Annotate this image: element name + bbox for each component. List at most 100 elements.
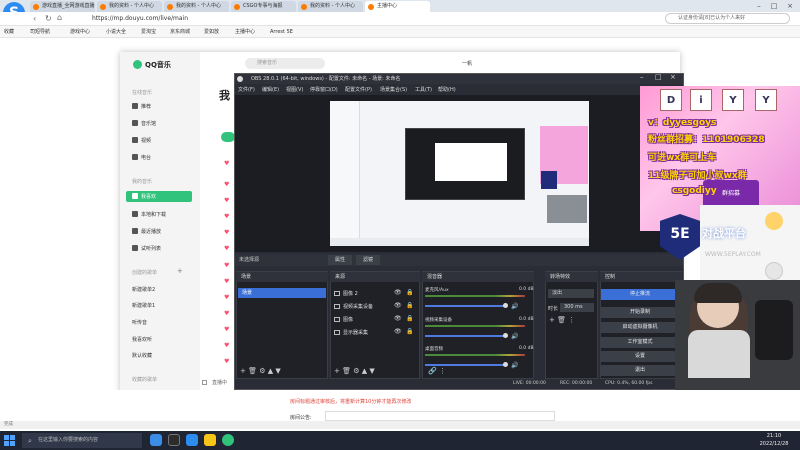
qq-play-all-button[interactable]	[221, 132, 235, 142]
speaker-icon[interactable]: 🔊	[511, 362, 518, 369]
studio-mode-button[interactable]: 工作室模式	[601, 337, 679, 348]
qq-playlist-item[interactable]: 新建歌单2	[132, 286, 155, 293]
trash-icon[interactable]: 🗑	[557, 316, 566, 324]
taskbar-clock[interactable]: 21:10 2022/12/28	[752, 432, 796, 449]
url-field[interactable]: https://mp.douyu.com/live/main	[92, 14, 652, 24]
qq-playlist-item[interactable]: 默认收藏	[132, 352, 152, 359]
heart-icon[interactable]: ♥	[224, 358, 229, 365]
obs-menu-file[interactable]: 文件(F)	[238, 86, 255, 94]
bookmark-item[interactable]: 小说大全	[106, 28, 126, 36]
browser-tab[interactable]: 游戏直播_全网游戏直播	[30, 1, 95, 12]
qq-playlist-item[interactable]: 听传音	[132, 319, 147, 326]
taskbar-search-input[interactable]: 在这里输入你要搜索的内容	[22, 433, 142, 448]
reload-icon[interactable]: ↻	[45, 14, 52, 23]
obs-menu-help[interactable]: 帮助(H)	[438, 86, 456, 94]
lock-icon[interactable]: 🔒	[406, 328, 413, 335]
heart-icon[interactable]: ♥	[224, 213, 229, 220]
heart-icon[interactable]: ♥	[224, 197, 229, 204]
browser-tab[interactable]: 我的资料 - 个人中心	[97, 1, 162, 12]
bookmark-item[interactable]: 主播中心	[235, 28, 255, 36]
play-icon[interactable]	[765, 212, 783, 230]
qq-playlist-item[interactable]: 新建歌单1	[132, 302, 155, 309]
eye-icon[interactable]: 👁	[394, 289, 402, 296]
obs-menu-profile[interactable]: 配置文件(P)	[345, 86, 372, 94]
mixer-volume-knob[interactable]	[503, 303, 508, 308]
eye-icon[interactable]: 👁	[394, 302, 402, 309]
heart-icon[interactable]: ♥	[224, 342, 229, 349]
add-icon[interactable]: +	[334, 367, 340, 375]
heart-icon[interactable]: ♥	[224, 181, 229, 188]
heart-icon[interactable]: ♥	[224, 160, 229, 167]
heart-icon[interactable]: ♥	[224, 326, 229, 333]
obs-menu-docks[interactable]: 停靠窗口(D)	[310, 86, 338, 94]
arrow-down-icon[interactable]: ▼	[369, 367, 374, 375]
exit-button[interactable]: 退出	[601, 365, 679, 376]
heart-icon[interactable]: ♥	[224, 294, 229, 301]
heart-icon[interactable]: ♥	[224, 229, 229, 236]
browser-tab[interactable]: CSGO专事与海报	[231, 1, 296, 12]
gear-icon[interactable]: ⚙	[353, 367, 359, 375]
obs-menu-tools[interactable]: 工具(T)	[415, 86, 432, 94]
add-icon[interactable]: +	[549, 316, 555, 324]
bookmark-item[interactable]: 游戏中心	[70, 28, 90, 36]
obs-source-item[interactable]: 显示器采集	[334, 329, 368, 336]
qq-nav-radio[interactable]: 电台	[132, 154, 151, 161]
transition-type-select[interactable]: 淡出	[548, 289, 594, 298]
bookmark-item[interactable]: Arrest 5E	[270, 28, 293, 36]
app-taskbar-icon[interactable]	[204, 434, 216, 446]
stop-streaming-button[interactable]: 停止推流	[601, 289, 679, 300]
bookmark-item[interactable]: 爱如放	[204, 28, 219, 36]
arrow-down-icon[interactable]: ▼	[275, 367, 280, 375]
obs-source-item[interactable]: 视频采集设备	[334, 303, 373, 310]
qq-playlist-item[interactable]: 我喜欢听	[132, 336, 152, 343]
qqmusic-search-input[interactable]: 搜索音乐	[245, 58, 325, 69]
minimize-icon[interactable]: –	[755, 2, 763, 10]
trash-icon[interactable]: 🗑	[248, 367, 257, 375]
heart-icon[interactable]: ♥	[224, 262, 229, 269]
more-icon[interactable]: ⋮	[568, 316, 575, 324]
side-action-icon[interactable]	[765, 262, 783, 280]
gear-icon[interactable]: ⚙	[259, 367, 265, 375]
obs-menu-scene-collection[interactable]: 场景集合(S)	[380, 86, 407, 94]
qqmusic-taskbar-icon[interactable]	[222, 434, 234, 446]
speaker-icon[interactable]: 🔊	[511, 303, 518, 310]
bookmark-item[interactable]: 收藏	[4, 28, 14, 36]
mixer-volume-slider[interactable]	[425, 305, 507, 307]
qq-nav-recommend[interactable]: 推荐	[132, 103, 151, 110]
qq-nav-video[interactable]: 视频	[132, 137, 151, 144]
qq-nav-library[interactable]: 音乐馆	[132, 120, 156, 127]
heart-icon[interactable]: ♥	[224, 245, 229, 252]
obs-source-item[interactable]: 图像	[334, 316, 353, 323]
browser-search-input[interactable]: 认证身份请[8]已认为个人来好	[665, 13, 790, 24]
back-icon[interactable]: ‹	[33, 14, 36, 23]
lock-icon[interactable]: 🔒	[406, 315, 413, 322]
bookmark-item[interactable]: 爱淘宝	[141, 28, 156, 36]
mixer-volume-slider[interactable]	[425, 335, 507, 337]
close-icon[interactable]: ×	[786, 2, 794, 10]
more-icon[interactable]: ⋮	[439, 367, 446, 375]
add-icon[interactable]: +	[240, 367, 246, 375]
obs-source-item[interactable]: 图像 2	[334, 290, 358, 297]
mixer-volume-knob[interactable]	[503, 333, 508, 338]
obs-properties-button[interactable]: 属性	[328, 255, 352, 265]
add-playlist-icon[interactable]: +	[177, 267, 183, 275]
obs-close-icon[interactable]: ×	[670, 73, 676, 81]
obs-maximize-icon[interactable]: □	[655, 73, 662, 81]
trash-icon[interactable]: 🗑	[342, 367, 351, 375]
qq-nav-trial[interactable]: 试听列表	[132, 245, 161, 252]
obs-menu-view[interactable]: 视图(V)	[286, 86, 303, 94]
live-checkbox[interactable]	[202, 380, 207, 385]
home-icon[interactable]: ⌂	[57, 13, 62, 22]
qq-nav-local[interactable]: 本地和下载	[132, 211, 166, 218]
settings-button[interactable]: 设置	[601, 351, 679, 362]
start-recording-button[interactable]: 开始录制	[601, 307, 679, 318]
qqmusic-user[interactable]: 一帆	[462, 60, 472, 67]
arrow-up-icon[interactable]: ▲	[268, 367, 273, 375]
start-virtual-camera-button[interactable]: 启动虚拟摄像机	[601, 322, 679, 333]
bookmark-item[interactable]: 京东商城	[170, 28, 190, 36]
heart-icon[interactable]: ♥	[224, 310, 229, 317]
eye-icon[interactable]: 👁	[394, 328, 402, 335]
arrow-up-icon[interactable]: ▲	[362, 367, 367, 375]
obs-menu-edit[interactable]: 编辑(E)	[262, 86, 279, 94]
obs-taskbar-icon[interactable]	[168, 434, 180, 446]
